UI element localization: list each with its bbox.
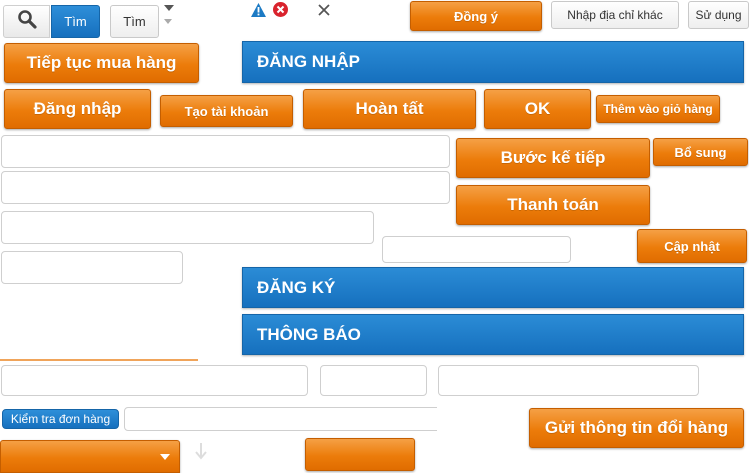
login-header-label: ĐĂNG NHẬP	[257, 52, 360, 71]
continue-shopping-button[interactable]: Tiếp tục mua hàng	[4, 43, 199, 83]
text-field-1[interactable]	[1, 135, 450, 168]
down-arrow-icon	[194, 441, 208, 461]
enter-other-address-label: Nhập địa chỉ khác	[567, 8, 663, 22]
next-step-button[interactable]: Bước kế tiếp	[456, 138, 650, 178]
continue-shopping-label: Tiếp tục mua hàng	[26, 53, 177, 72]
error-icon	[272, 1, 289, 18]
next-step-label: Bước kế tiếp	[500, 148, 606, 167]
complete-button-label: Hoàn tất	[355, 99, 424, 118]
use-button-label: Sử dụng	[695, 8, 742, 22]
orange-empty-button[interactable]	[305, 438, 415, 471]
dropdown-caret-icon	[159, 448, 171, 466]
search-icon-button[interactable]	[3, 5, 50, 38]
text-field-4[interactable]	[1, 251, 183, 284]
create-account-button[interactable]: Tạo tài khoản	[160, 95, 293, 127]
white-overlay-block	[437, 403, 529, 438]
close-icon[interactable]	[317, 3, 331, 17]
magnifier-icon	[17, 9, 37, 34]
add-more-button[interactable]: Bổ sung	[653, 138, 748, 166]
add-to-cart-button[interactable]: Thêm vào giỏ hàng	[596, 95, 720, 123]
agree-button[interactable]: Đồng ý	[410, 1, 542, 31]
register-header-bar: ĐĂNG KÝ	[242, 267, 744, 308]
send-exchange-info-button[interactable]: Gửi thông tin đổi hàng	[529, 408, 744, 448]
search-button-blue[interactable]: Tìm	[51, 5, 100, 38]
search-button-gray[interactable]: Tìm	[110, 5, 159, 38]
ok-button-label: OK	[524, 99, 551, 118]
update-button[interactable]: Cập nhật	[637, 229, 747, 263]
use-button[interactable]: Sử dụng	[688, 1, 749, 29]
text-field-8[interactable]	[438, 365, 699, 396]
check-order-label: Kiểm tra đơn hàng	[10, 412, 111, 426]
send-exchange-info-label: Gửi thông tin đổi hàng	[544, 418, 729, 437]
search-button-label: Tìm	[64, 14, 87, 29]
agree-button-label: Đồng ý	[453, 8, 499, 24]
register-header-label: ĐĂNG KÝ	[257, 277, 336, 297]
login-button[interactable]: Đăng nhập	[4, 89, 151, 129]
login-header-bar: ĐĂNG NHẬP	[242, 41, 744, 83]
text-field-2[interactable]	[1, 171, 450, 204]
small-down-arrow-icon	[163, 0, 175, 11]
complete-button[interactable]: Hoàn tất	[303, 89, 476, 129]
text-field-3[interactable]	[1, 211, 374, 244]
orange-dropdown[interactable]	[0, 440, 180, 473]
notification-header-bar: THÔNG BÁO	[242, 314, 744, 355]
checkout-button[interactable]: Thanh toán	[456, 185, 650, 225]
ok-button[interactable]: OK	[484, 89, 591, 129]
add-to-cart-label: Thêm vào giỏ hàng	[603, 102, 713, 116]
checkout-label: Thanh toán	[507, 195, 599, 214]
dropdown-arrow-icon[interactable]	[161, 14, 175, 28]
enter-other-address-button[interactable]: Nhập địa chỉ khác	[551, 1, 679, 29]
check-order-button[interactable]: Kiểm tra đơn hàng	[2, 409, 119, 429]
text-field-6[interactable]	[1, 365, 308, 396]
login-button-label: Đăng nhập	[33, 99, 122, 118]
update-label: Cập nhật	[664, 238, 720, 254]
create-account-label: Tạo tài khoản	[184, 103, 269, 119]
add-more-label: Bổ sung	[674, 144, 727, 160]
search-button-label: Tìm	[123, 14, 146, 29]
divider-line	[0, 359, 198, 361]
warning-icon	[250, 2, 267, 18]
text-field-7[interactable]	[320, 365, 427, 396]
text-field-5[interactable]	[382, 236, 571, 263]
notification-header-label: THÔNG BÁO	[257, 324, 361, 344]
